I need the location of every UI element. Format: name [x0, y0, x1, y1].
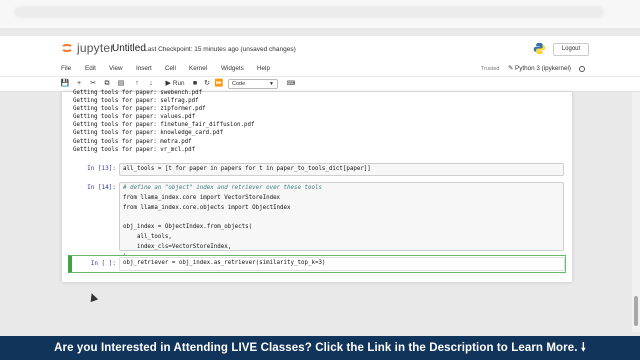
pencil-icon: ✎	[508, 65, 514, 72]
move-down-icon[interactable]: ↓	[146, 79, 156, 89]
output-line: Getting tools for paper: vr_mcl.pdf	[73, 146, 196, 153]
cell-prompt: In [13]:	[87, 165, 116, 172]
code-line: all_tools = [t for paper in papers for t…	[123, 166, 371, 172]
play-icon: ▶	[165, 80, 171, 87]
insert-cell-below-icon[interactable]: +	[74, 79, 84, 89]
output-line: Getting tools for paper: metra.pdf	[73, 138, 192, 145]
cell-prompt: In [ ]:	[90, 260, 116, 267]
checkpoint-text: Last Checkpoint: 15 minutes ago	[144, 46, 239, 53]
scrollbar-thumb[interactable]	[634, 296, 638, 326]
code-cell[interactable]: In [14]: # define an "object" index and …	[68, 182, 566, 260]
output-line: Getting tools for paper: finetune_fair_d…	[73, 122, 255, 129]
menu-edit[interactable]: Edit	[85, 65, 96, 72]
code-line: index_cls=VectorStoreIndex,	[123, 244, 232, 251]
menu-widgets[interactable]: Widgets	[221, 65, 244, 72]
active-code-cell[interactable]: In [ ]: obj_retriever = obj_index.as_ret…	[68, 255, 566, 273]
output-line: Getting tools for paper: values.pdf	[73, 114, 196, 121]
menu-kernel[interactable]: Kernel	[189, 65, 207, 72]
blurred-address-bar	[14, 6, 604, 18]
code-line: obj_index = ObjectIndex.from_objects(	[123, 223, 253, 230]
cell-output: Getting tools for paper: swebench.pdf Get…	[73, 89, 373, 154]
run-button[interactable]: ▶ Run	[162, 79, 188, 89]
output-line: Getting tools for paper: swebench.pdf	[73, 90, 203, 96]
move-up-icon[interactable]: ↑	[132, 79, 142, 89]
jupyter-logo-text: jupyter	[77, 41, 115, 55]
kernel-status-icon	[579, 66, 585, 72]
menu-cell[interactable]: Cell	[165, 65, 176, 72]
paste-icon[interactable]: ▤	[116, 79, 126, 89]
code-line: obj_retriever = obj_index.as_retriever(s…	[123, 260, 326, 266]
cell-prompt: In [14]:	[87, 184, 116, 191]
menu-view[interactable]: View	[109, 65, 123, 72]
logout-button[interactable]: Logout	[553, 43, 589, 56]
code-line: # define an "object" index and retriever…	[123, 185, 322, 191]
notebook-title[interactable]: Untitled	[112, 43, 146, 54]
code-line: from llama_index.core import VectorStore…	[123, 195, 281, 202]
keyboard-icon[interactable]: ⌨	[285, 79, 297, 89]
browser-tab-bar	[0, 0, 640, 28]
output-line: Getting tools for paper: selfrag.pdf	[73, 98, 199, 105]
run-label: Run	[172, 80, 185, 87]
mouse-cursor-icon	[87, 291, 99, 303]
cell-type-select[interactable]: Code ▼	[228, 79, 278, 89]
unsaved-indicator: (unsaved changes)	[240, 46, 296, 53]
cell-input[interactable]: # define an "object" index and retriever…	[119, 182, 564, 260]
cell-input[interactable]: all_tools = [t for paper in papers for t…	[119, 163, 564, 176]
kernel-name-label: Python 3 (ipykernel)	[515, 65, 572, 72]
restart-icon[interactable]: ↻	[202, 79, 212, 89]
menu-file[interactable]: File	[61, 65, 71, 72]
trusted-badge[interactable]: Trusted	[481, 66, 499, 72]
output-line: Getting tools for paper: knowledge_card.…	[73, 130, 224, 137]
banner-text: Are you Interested in Attending LIVE Cla…	[54, 342, 578, 354]
save-icon[interactable]: 💾	[60, 79, 70, 89]
arrow-down-icon: 🠗	[580, 342, 586, 354]
jupyter-logo-icon	[60, 41, 74, 55]
output-line: Getting tools for paper: zipformer.pdf	[73, 106, 206, 113]
menu-help[interactable]: Help	[257, 65, 270, 72]
code-cell[interactable]: In [13]: all_tools = [t for paper in pap…	[68, 163, 566, 177]
python-logo-icon	[533, 42, 546, 55]
code-line: from llama_index.core.objects import Obj…	[123, 205, 291, 212]
promo-banner[interactable]: Are you Interested in Attending LIVE Cla…	[0, 336, 640, 360]
cell-input[interactable]: obj_retriever = obj_index.as_retriever(s…	[119, 257, 565, 271]
interrupt-icon[interactable]: ■	[190, 79, 200, 89]
checkpoint-status: Last Checkpoint: 15 minutes ago (unsaved…	[144, 46, 296, 53]
code-line: all_tools,	[123, 234, 172, 240]
cut-icon[interactable]: ✂	[88, 79, 98, 89]
menu-insert[interactable]: Insert	[136, 65, 152, 72]
jupyter-logo[interactable]: jupyter	[60, 41, 114, 55]
restart-run-all-icon[interactable]: ⏩	[214, 79, 224, 89]
kernel-name[interactable]: ✎ Python 3 (ipykernel)	[508, 65, 571, 72]
copy-icon[interactable]: ⧉	[102, 79, 112, 89]
cell-type-value: Code	[232, 81, 246, 87]
chevron-down-icon: ▼	[269, 81, 274, 87]
